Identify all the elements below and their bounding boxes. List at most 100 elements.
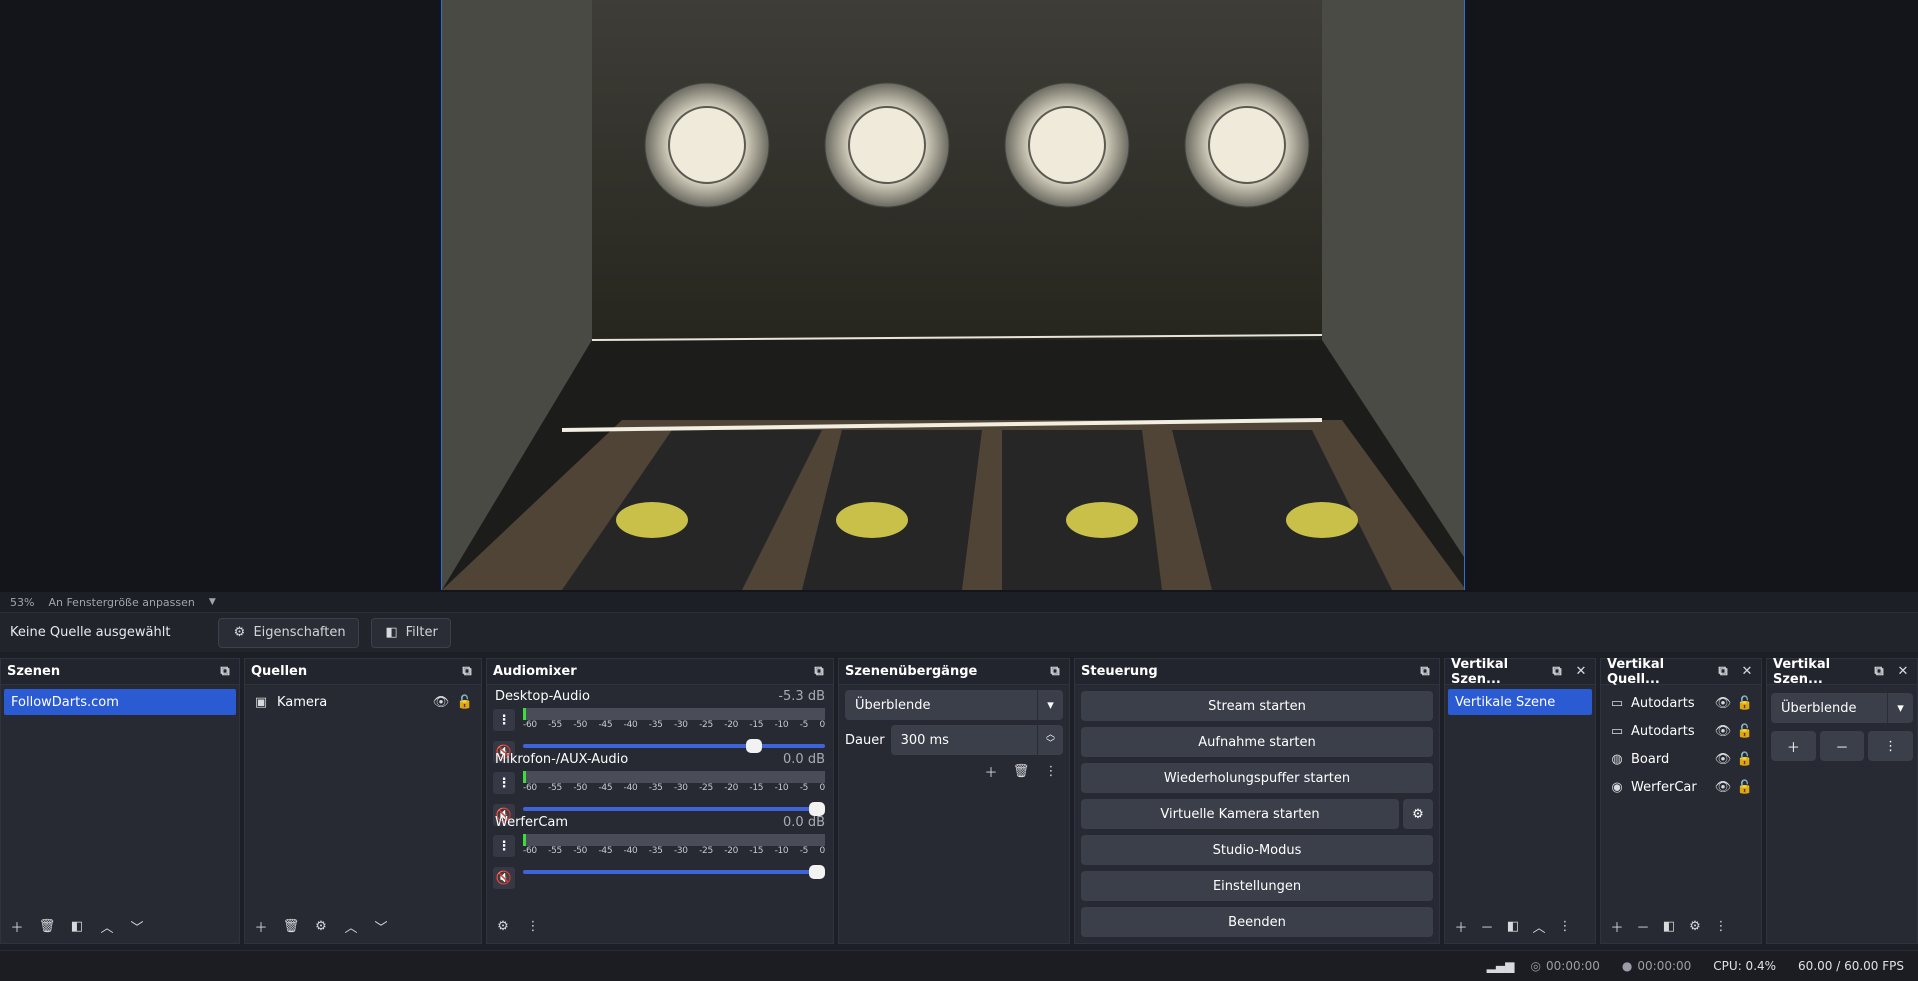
duration-spinbox[interactable]: 300 ms ︿ ﹀	[890, 725, 1063, 755]
meter-tick: -35	[648, 720, 663, 730]
chevron-up-icon[interactable]: ︿	[99, 918, 115, 936]
channel-menu-icon[interactable]: ⋮	[493, 835, 515, 857]
add-icon[interactable]: ＋	[1453, 918, 1469, 936]
add-icon[interactable]: ＋	[9, 918, 25, 936]
close-icon[interactable]: ✕	[1895, 664, 1911, 680]
scenes-title: Szenen	[7, 664, 61, 679]
remove-icon[interactable]: －	[1479, 918, 1495, 936]
mute-speaker-icon[interactable]: 🔇	[493, 867, 515, 889]
transition-select[interactable]: Überblende ▾	[845, 690, 1063, 720]
channel-menu-icon[interactable]: ⋮	[493, 772, 515, 794]
eye-icon[interactable]: 👁	[1715, 751, 1732, 767]
lock-icon[interactable]: 🔓	[1737, 695, 1753, 711]
undock-icon[interactable]: ⧉	[1417, 664, 1433, 680]
gear-icon[interactable]: ⚙	[1687, 918, 1703, 934]
lock-icon[interactable]: 🔓	[457, 694, 473, 710]
undock-icon[interactable]: ⧉	[811, 664, 827, 680]
vsource-item[interactable]: ▭ Autodarts 👁 🔓	[1601, 689, 1761, 717]
spin-arrows-icon[interactable]: ︿ ﹀	[1037, 725, 1063, 755]
undock-icon[interactable]: ⧉	[217, 664, 233, 680]
undock-icon[interactable]: ⧉	[459, 664, 475, 680]
undock-icon[interactable]: ⧉	[1715, 664, 1731, 680]
broadcast-icon: ◎	[1530, 959, 1541, 973]
studio-mode-button[interactable]: Studio-Modus	[1081, 835, 1433, 865]
remove-icon[interactable]: －	[1819, 731, 1865, 761]
source-item[interactable]: ▣ Kamera 👁 🔓	[245, 689, 481, 715]
vtrans-select[interactable]: Überblende ▾	[1771, 693, 1913, 723]
gear-icon: ⚙	[233, 625, 246, 640]
volume-slider-handle[interactable]	[809, 865, 825, 879]
lock-icon[interactable]: 🔓	[1737, 751, 1753, 767]
kebab-menu-icon[interactable]: ⋮	[1557, 918, 1573, 934]
virtual-camera-button[interactable]: Virtuelle Kamera starten	[1081, 799, 1399, 829]
kebab-menu-icon[interactable]: ⋮	[1868, 731, 1914, 761]
trash-icon[interactable]: 🗑	[1013, 763, 1030, 779]
eye-icon[interactable]: 👁	[1715, 779, 1732, 795]
duration-value: 300 ms	[900, 732, 949, 748]
add-icon[interactable]: ＋	[983, 763, 999, 781]
chevron-down-icon: ▾	[1037, 690, 1063, 720]
chevron-down-icon[interactable]: ﹀	[373, 918, 389, 936]
vscenes-header: Vertikal Szen... ⧉ ✕	[1445, 657, 1595, 687]
meter-tick: -15	[749, 783, 764, 793]
add-icon[interactable]: ＋	[1609, 918, 1625, 936]
eye-icon[interactable]: 👁	[433, 694, 450, 710]
exit-button[interactable]: Beenden	[1081, 907, 1433, 937]
meter-tick: -10	[774, 783, 789, 793]
meter-peak	[523, 834, 526, 846]
eye-icon[interactable]: 👁	[1715, 695, 1732, 711]
kebab-menu-icon[interactable]: ⋮	[1713, 918, 1729, 934]
filter-icon[interactable]: ◧	[69, 918, 85, 934]
controls-dock: Steuerung ⧉ Stream starten Aufnahme star…	[1074, 658, 1440, 944]
lock-icon[interactable]: 🔓	[1737, 779, 1753, 795]
meter-tick: -50	[573, 846, 588, 856]
chevron-up-icon[interactable]: ︿	[1531, 918, 1547, 936]
preview-area[interactable]	[0, 0, 1918, 592]
preview-canvas[interactable]	[441, 0, 1465, 590]
stream-start-button[interactable]: Stream starten	[1081, 691, 1433, 721]
close-icon[interactable]: ✕	[1739, 664, 1755, 680]
virtual-camera-gear-icon[interactable]: ⚙	[1403, 799, 1433, 829]
close-icon[interactable]: ✕	[1573, 664, 1589, 680]
replay-buffer-button[interactable]: Wiederholungspuffer starten	[1081, 763, 1433, 793]
fit-window-label[interactable]: An Fenstergröße anpassen	[48, 596, 194, 609]
add-icon[interactable]: ＋	[253, 918, 269, 936]
scene-item[interactable]: FollowDarts.com	[4, 689, 236, 715]
controls-title: Steuerung	[1081, 664, 1158, 679]
lock-icon[interactable]: 🔓	[1737, 723, 1753, 739]
status-bar: ▂▄▆ ◎ 00:00:00 ● 00:00:00 CPU: 0.4% 60.00 …	[0, 950, 1918, 981]
volume-slider[interactable]	[523, 865, 825, 879]
vsource-item[interactable]: ▭ Autodarts 👁 🔓	[1601, 717, 1761, 745]
eye-icon[interactable]: 👁	[1715, 723, 1732, 739]
filters-button[interactable]: ◧ Filter	[370, 617, 451, 648]
undock-icon[interactable]: ⧉	[1549, 664, 1565, 680]
advanced-audio-gear-icon[interactable]: ⚙	[495, 918, 511, 934]
vsources-header: Vertikal Quell... ⧉ ✕	[1601, 657, 1761, 687]
settings-button[interactable]: Einstellungen	[1081, 871, 1433, 901]
remove-icon[interactable]: －	[1635, 918, 1651, 936]
undock-icon[interactable]: ⧉	[1047, 664, 1063, 680]
mixer-channel: Desktop-Audio -5.3 dB ⋮ -60 -55 -50 -45 -40 -35-…	[487, 685, 833, 763]
vscene-item[interactable]: Vertikale Szene	[1448, 689, 1592, 715]
filter-icon[interactable]: ◧	[1505, 918, 1521, 934]
channel-menu-icon[interactable]: ⋮	[493, 709, 515, 731]
trash-icon[interactable]: 🗑	[39, 918, 56, 934]
trash-icon[interactable]: 🗑	[283, 918, 300, 934]
add-icon[interactable]: ＋	[1771, 731, 1816, 761]
source-toolbar: Keine Quelle ausgewählt ⚙ Eigenschaften …	[0, 612, 1918, 652]
undock-icon[interactable]: ⧉	[1871, 664, 1887, 680]
vsource-label: WerferCar	[1631, 779, 1697, 795]
chevron-up-icon[interactable]: ︿	[343, 918, 359, 936]
gear-icon[interactable]: ⚙	[313, 918, 329, 934]
meter-tick: -35	[648, 846, 663, 856]
filters-label: Filter	[405, 625, 438, 640]
properties-button[interactable]: ⚙ Eigenschaften	[218, 617, 359, 648]
record-start-button[interactable]: Aufnahme starten	[1081, 727, 1433, 757]
kebab-menu-icon[interactable]: ⋮	[1043, 763, 1059, 779]
vsource-item[interactable]: ◍ Board 👁 🔓	[1601, 745, 1761, 773]
chevron-down-icon[interactable]: ﹀	[129, 918, 145, 936]
vsource-item[interactable]: ◉ WerferCar 👁 🔓	[1601, 773, 1761, 801]
chevron-down-icon[interactable]: ▼	[209, 597, 216, 607]
filter-icon[interactable]: ◧	[1661, 918, 1677, 934]
kebab-menu-icon[interactable]: ⋮	[525, 918, 541, 934]
